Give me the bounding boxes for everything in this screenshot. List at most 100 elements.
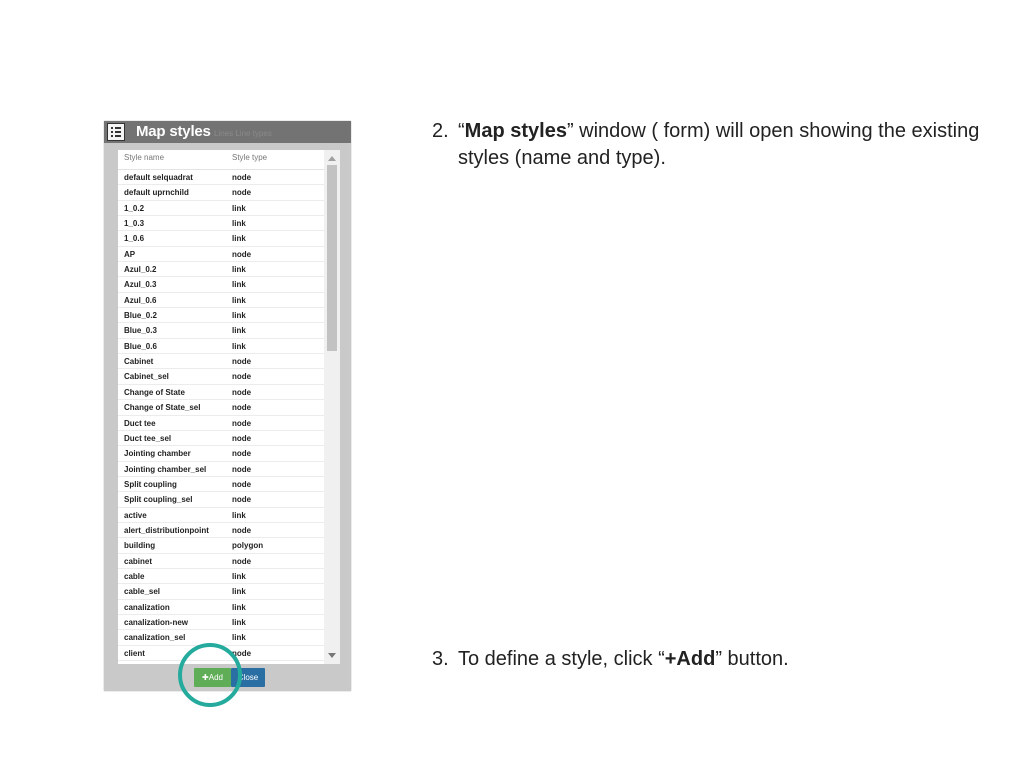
style-type-cell: node (232, 387, 252, 397)
style-name-cell: building (124, 541, 156, 551)
scroll-up-arrow-icon[interactable] (328, 156, 336, 161)
style-type-cell: node (232, 449, 252, 459)
table-row[interactable]: building polygon (118, 538, 324, 554)
table-row[interactable]: Change of State_sel node (118, 400, 324, 416)
style-name-cell: Split coupling (124, 479, 177, 489)
table-row[interactable]: canalization-new link (118, 615, 324, 631)
table-row[interactable]: Duct tee_sel node (118, 431, 324, 447)
style-name-cell: Blue_0.2 (124, 311, 157, 321)
table-row[interactable]: Split coupling_sel node (118, 492, 324, 508)
table-row[interactable]: 1_0.3 link (118, 216, 324, 232)
table-row[interactable]: default uprnchild node (118, 185, 324, 201)
style-type-cell: link (232, 571, 246, 581)
table-row[interactable]: Change of State node (118, 385, 324, 401)
style-name-cell: cable (124, 571, 145, 581)
style-type-cell: node (232, 525, 252, 535)
table-row[interactable]: Blue_0.6 link (118, 339, 324, 355)
table-row[interactable]: Azul_0.2 link (118, 262, 324, 278)
window-titlebar[interactable]: Map styles Lines Line types (104, 121, 351, 143)
table-row[interactable]: Cabinet node (118, 354, 324, 370)
style-type-cell: link (232, 633, 246, 643)
style-name-cell: 1_0.3 (124, 219, 145, 229)
style-name-cell: alert_distributionpoint (124, 525, 209, 535)
table-row[interactable]: 1_0.2 link (118, 201, 324, 217)
step-text: ” button. (715, 648, 789, 670)
table-row[interactable]: client node (118, 646, 324, 661)
style-name-cell: canalization-new (124, 617, 189, 627)
column-header-style-name[interactable]: Style name (124, 153, 164, 162)
table-row[interactable]: active link (118, 508, 324, 523)
table-row[interactable]: cable_sel link (118, 584, 324, 600)
table-row[interactable]: canalization_sel link (118, 630, 324, 646)
table-row[interactable]: canalization link (118, 600, 324, 615)
scroll-down-arrow-icon[interactable] (328, 653, 336, 658)
step-text-bold: +Add (664, 648, 716, 670)
table-row[interactable]: 1_0.6 link (118, 231, 324, 247)
style-type-cell: node (232, 403, 252, 413)
style-name-cell: AP (124, 249, 136, 259)
style-name-cell: cable_sel (124, 587, 161, 597)
style-name-cell: default uprnchild (124, 188, 189, 198)
step-text-open-quote: “ (458, 120, 465, 142)
style-name-cell: 1_0.2 (124, 203, 145, 213)
table-row[interactable]: Azul_0.6 link (118, 293, 324, 309)
style-type-cell: link (232, 311, 246, 321)
table-row[interactable]: cabinet node (118, 554, 324, 569)
style-type-cell: node (232, 249, 252, 259)
style-type-cell: node (232, 495, 252, 505)
instruction-step-3: 3. To define a style, click “+Add” butto… (432, 646, 992, 673)
scroll-thumb[interactable] (327, 165, 337, 351)
style-type-cell: link (232, 234, 246, 244)
style-type-cell: node (232, 173, 252, 182)
table-row[interactable]: Split coupling node (118, 477, 324, 493)
vertical-scrollbar[interactable] (324, 150, 340, 664)
style-name-cell: Jointing chamber_sel (124, 464, 207, 474)
instruction-step-2: 2. “Map styles” window ( form) will open… (432, 118, 992, 172)
table-row[interactable]: Azul_0.3 link (118, 277, 324, 293)
table-row[interactable]: Duct tee node (118, 416, 324, 431)
style-type-cell: node (232, 556, 252, 566)
styles-table: Style name Style type default selquadrat… (118, 150, 324, 661)
style-type-cell: node (232, 357, 252, 367)
table-row[interactable]: Blue_0.3 link (118, 323, 324, 339)
style-name-cell: cabinet (124, 556, 153, 566)
style-name-cell: canalization (124, 602, 170, 612)
style-type-cell: node (232, 188, 252, 198)
window-footer: ✚Add Close (104, 664, 351, 691)
table-row[interactable]: default selquadrat node (118, 170, 324, 186)
step-number: 3. (432, 648, 449, 670)
style-name-cell: Jointing chamber (124, 449, 191, 459)
style-name-cell: Azul_0.6 (124, 295, 157, 305)
style-type-cell: link (232, 219, 246, 229)
style-type-cell: link (232, 617, 246, 627)
style-name-cell: Change of State_sel (124, 403, 201, 413)
style-name-cell: active (124, 510, 147, 520)
style-name-cell: client (124, 648, 145, 658)
style-name-cell: Azul_0.2 (124, 265, 157, 275)
table-row[interactable]: alert_distributionpoint node (118, 523, 324, 539)
close-button[interactable]: Close (231, 668, 265, 687)
step-number: 2. (432, 120, 449, 142)
table-row[interactable]: Cabinet_sel node (118, 369, 324, 385)
column-header-style-type[interactable]: Style type (232, 153, 267, 162)
style-name-cell: 1_0.6 (124, 234, 145, 244)
style-name-cell: Split coupling_sel (124, 495, 193, 505)
style-name-cell: Cabinet (124, 357, 154, 367)
table-row[interactable]: Blue_0.2 link (118, 308, 324, 324)
style-type-cell: node (232, 464, 252, 474)
style-name-cell: Blue_0.6 (124, 341, 157, 351)
style-type-cell: node (232, 433, 252, 443)
table-row[interactable]: Jointing chamber node (118, 446, 324, 462)
list-icon (107, 123, 125, 141)
style-type-cell: link (232, 203, 246, 213)
table-row[interactable]: AP node (118, 247, 324, 263)
styles-list-panel: Style name Style type default selquadrat… (118, 150, 340, 664)
table-row[interactable]: Jointing chamber_sel node (118, 462, 324, 477)
style-type-cell: node (232, 479, 252, 489)
add-button[interactable]: ✚Add (194, 668, 231, 687)
style-type-cell: node (232, 372, 252, 382)
table-row[interactable]: cable link (118, 569, 324, 585)
style-type-cell: link (232, 280, 246, 290)
style-type-cell: link (232, 295, 246, 305)
style-type-cell: link (232, 602, 246, 612)
